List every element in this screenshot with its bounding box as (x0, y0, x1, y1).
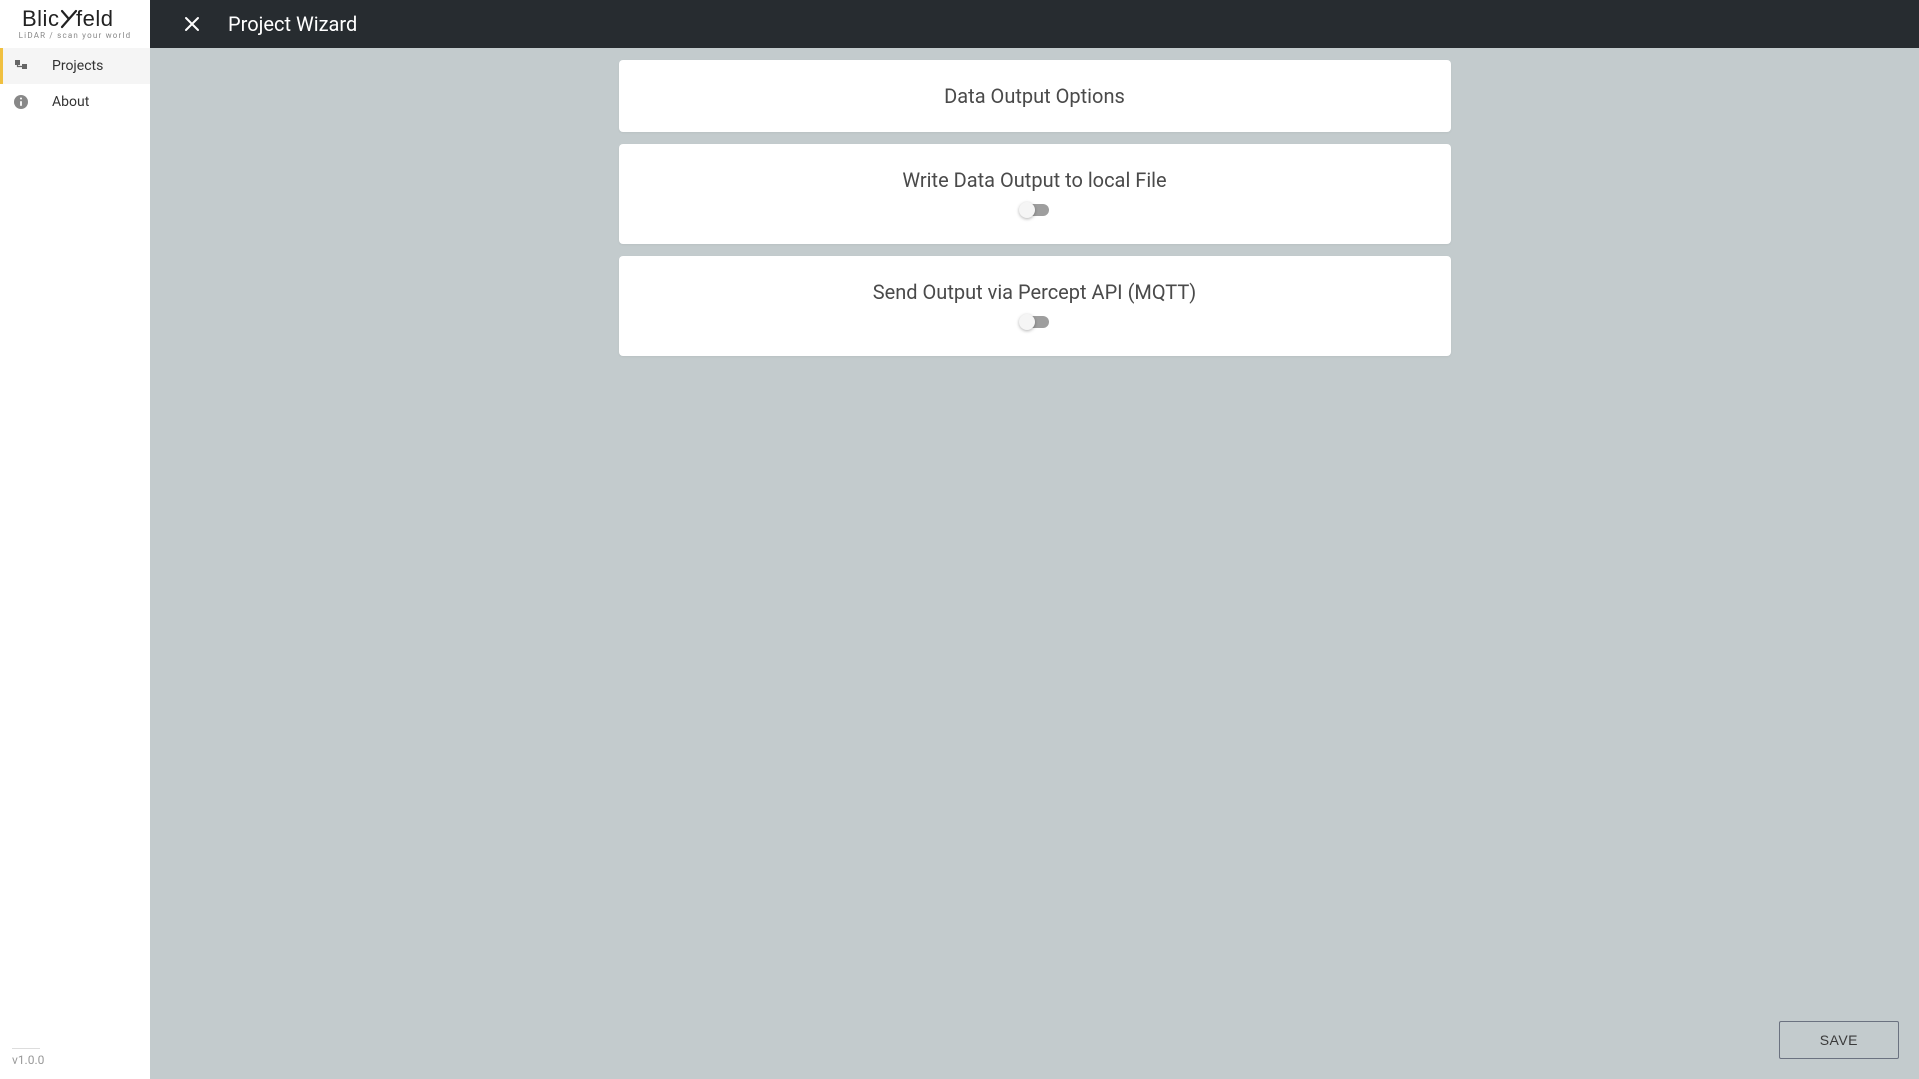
card-title: Send Output via Percept API (MQTT) (643, 280, 1427, 304)
save-button[interactable]: SAVE (1779, 1021, 1899, 1059)
header-title: Project Wizard (228, 12, 357, 36)
toggle-knob (1019, 202, 1035, 218)
sidebar-item-label: About (52, 94, 89, 110)
close-icon (183, 15, 201, 33)
sidebar-item-about[interactable]: About (0, 84, 150, 120)
svg-text:Blic: Blic (22, 9, 59, 29)
projects-icon (12, 57, 30, 75)
sidebar: Projects About v1.0.0 (0, 48, 150, 1079)
main-content: Data Output Options Write Data Output to… (150, 48, 1919, 1079)
logo: Blic feld LiDAR / scan your world (0, 0, 150, 48)
sidebar-item-label: Projects (52, 58, 103, 74)
version-label: v1.0.0 (0, 1053, 150, 1079)
toggle-knob (1019, 314, 1035, 330)
close-button[interactable] (168, 0, 216, 48)
header: Blic feld LiDAR / scan your world Projec… (0, 0, 1919, 48)
info-icon (12, 93, 30, 111)
toggle-write-local-file[interactable] (1021, 204, 1049, 216)
card-title: Write Data Output to local File (643, 168, 1427, 192)
card-send-mqtt: Send Output via Percept API (MQTT) (619, 256, 1451, 356)
card-data-output-options: Data Output Options (619, 60, 1451, 132)
card-title: Data Output Options (643, 84, 1427, 108)
version-divider (12, 1048, 40, 1049)
card-write-local-file: Write Data Output to local File (619, 144, 1451, 244)
svg-text:feld: feld (76, 9, 113, 29)
toggle-send-mqtt[interactable] (1021, 316, 1049, 328)
logo-svg: Blic feld (22, 9, 128, 29)
sidebar-item-projects[interactable]: Projects (0, 48, 150, 84)
logo-tagline: LiDAR / scan your world (19, 31, 132, 40)
